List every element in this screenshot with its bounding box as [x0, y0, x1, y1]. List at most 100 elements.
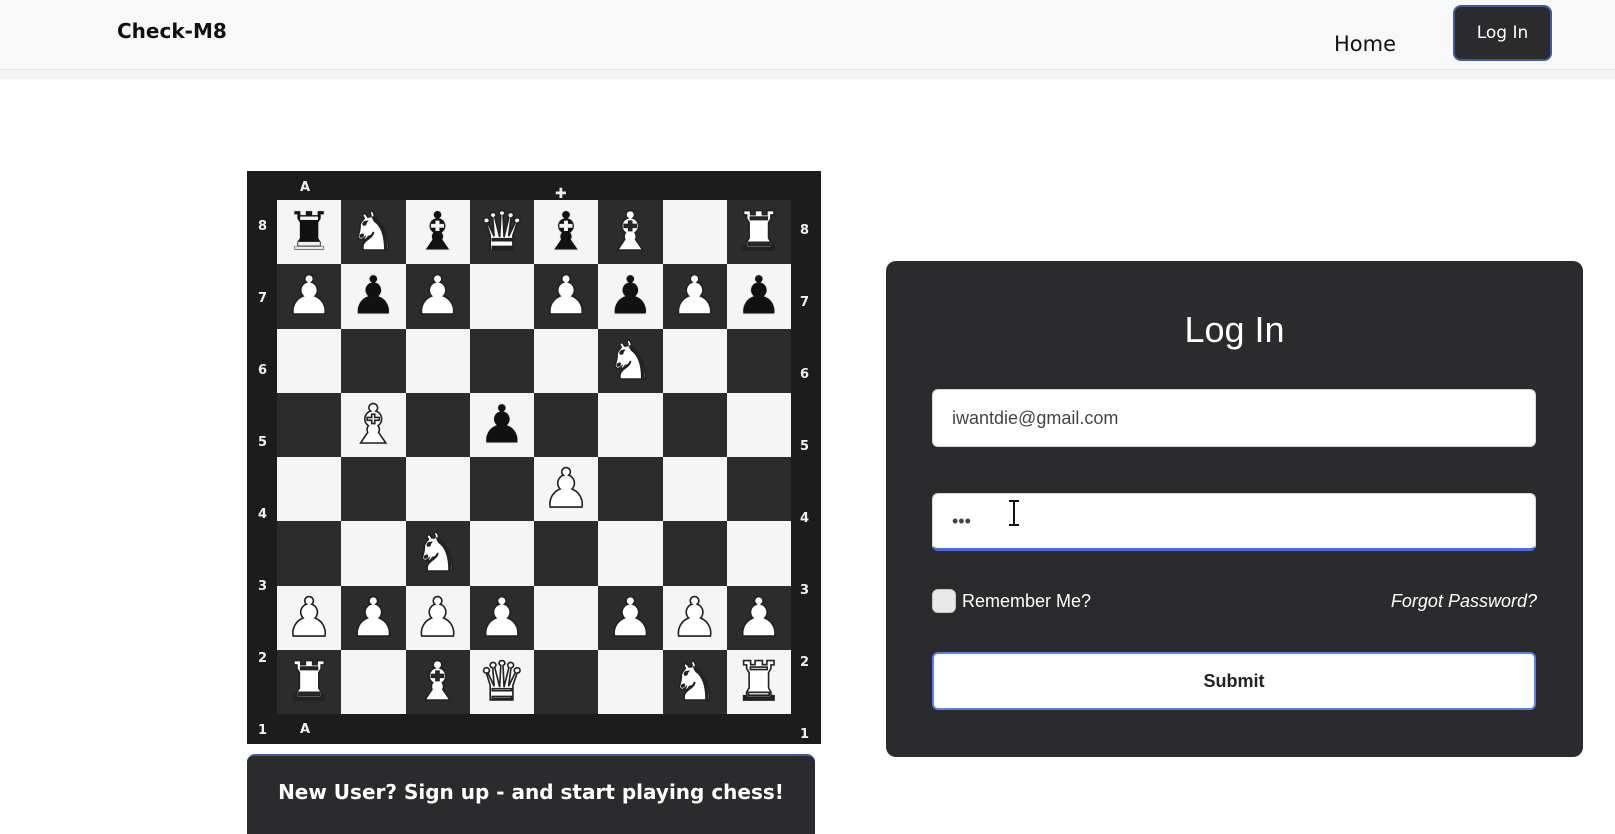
- chess-piece-icon[interactable]: ♝: [541, 204, 590, 259]
- chess-piece-icon[interactable]: ♝: [605, 204, 655, 260]
- chess-board[interactable]: ♜ ♞ ♝ ♛ ♝ ♝ ♜ ♟ ♟ ♟ ♟ ♟ ♟ ♟ ♞ ♝ ♟ ♟ ♞ ♟ ♟ ♟ ♟ ♟ ♟ ♟ ♜ ♝ ♛ ♞ ♜: [277, 200, 791, 714]
- board-square[interactable]: [405, 457, 470, 522]
- board-square[interactable]: ♜: [277, 649, 342, 714]
- chess-piece-icon[interactable]: ♝: [413, 654, 463, 710]
- remember-me-toggle[interactable]: Remember Me?: [932, 589, 1091, 613]
- board-square[interactable]: ♟: [662, 585, 727, 650]
- chess-piece-icon[interactable]: ♟: [348, 589, 398, 645]
- board-square[interactable]: ♟: [598, 264, 663, 329]
- chess-piece-icon[interactable]: ♝: [348, 397, 398, 453]
- chess-piece-icon[interactable]: ♜: [734, 654, 784, 710]
- board-square[interactable]: ♟: [405, 585, 470, 650]
- chess-piece-icon[interactable]: ♟: [349, 268, 398, 323]
- board-square[interactable]: [277, 328, 342, 393]
- chess-piece-icon[interactable]: ♛: [477, 654, 527, 710]
- chess-piece-icon[interactable]: ♝: [413, 204, 462, 259]
- board-square[interactable]: ♝: [598, 200, 663, 265]
- chess-piece-icon[interactable]: ♟: [541, 268, 591, 324]
- board-square[interactable]: [277, 392, 342, 457]
- board-square[interactable]: ♜: [726, 200, 791, 265]
- chess-piece-icon[interactable]: ♟: [477, 589, 527, 645]
- chess-piece-icon[interactable]: ♞: [670, 654, 720, 710]
- chess-piece-icon[interactable]: ♟: [734, 589, 784, 645]
- board-square[interactable]: [662, 521, 727, 586]
- board-square[interactable]: ♝: [534, 200, 599, 265]
- chess-piece-icon[interactable]: ♞: [348, 204, 398, 260]
- board-square[interactable]: [469, 328, 534, 393]
- chess-piece-icon[interactable]: ♞: [413, 525, 463, 581]
- chess-piece-icon[interactable]: ♟: [284, 589, 334, 645]
- brand-logo-text[interactable]: Check-M8: [117, 19, 227, 43]
- board-square[interactable]: ♞: [341, 200, 406, 265]
- board-square[interactable]: [726, 392, 791, 457]
- board-square[interactable]: ♜: [277, 200, 342, 265]
- board-square[interactable]: [726, 457, 791, 522]
- board-square[interactable]: [469, 457, 534, 522]
- board-square[interactable]: ♝: [405, 649, 470, 714]
- chess-piece-icon[interactable]: ♟: [541, 461, 591, 517]
- board-square[interactable]: [277, 521, 342, 586]
- board-square[interactable]: [598, 392, 663, 457]
- board-square[interactable]: [341, 649, 406, 714]
- board-square[interactable]: [726, 521, 791, 586]
- board-square[interactable]: ♟: [469, 585, 534, 650]
- chess-piece-icon[interactable]: ♛: [477, 204, 527, 260]
- board-square[interactable]: [598, 649, 663, 714]
- chess-piece-icon[interactable]: ♟: [606, 268, 655, 323]
- board-square[interactable]: [662, 457, 727, 522]
- board-square[interactable]: [662, 392, 727, 457]
- board-square[interactable]: ♟: [469, 392, 534, 457]
- password-field[interactable]: [932, 493, 1536, 551]
- remember-me-checkbox[interactable]: [932, 589, 956, 613]
- board-square[interactable]: [277, 457, 342, 522]
- board-square[interactable]: ♟: [341, 264, 406, 329]
- board-square[interactable]: ♟: [405, 264, 470, 329]
- board-square[interactable]: ♝: [405, 200, 470, 265]
- chess-piece-icon[interactable]: ♜: [284, 654, 334, 710]
- board-square[interactable]: ♟: [534, 264, 599, 329]
- board-square[interactable]: [598, 457, 663, 522]
- board-square[interactable]: ♛: [469, 649, 534, 714]
- board-square[interactable]: ♞: [662, 649, 727, 714]
- board-square[interactable]: ♟: [662, 264, 727, 329]
- chess-piece-icon[interactable]: ♟: [413, 268, 463, 324]
- board-square[interactable]: ♟: [726, 585, 791, 650]
- board-square[interactable]: [534, 392, 599, 457]
- board-square[interactable]: [534, 328, 599, 393]
- chess-piece-icon[interactable]: ♜: [734, 204, 784, 260]
- board-square[interactable]: [662, 328, 727, 393]
- board-square[interactable]: ♜: [726, 649, 791, 714]
- forgot-password-link[interactable]: Forgot Password?: [1391, 591, 1537, 612]
- board-square[interactable]: ♞: [405, 521, 470, 586]
- board-square[interactable]: [469, 521, 534, 586]
- board-square[interactable]: ♟: [598, 585, 663, 650]
- board-square[interactable]: [341, 457, 406, 522]
- board-square[interactable]: [405, 392, 470, 457]
- board-square[interactable]: [534, 585, 599, 650]
- signup-banner-button[interactable]: New User? Sign up - and start playing ch…: [247, 754, 815, 834]
- board-square[interactable]: ♟: [534, 457, 599, 522]
- board-square[interactable]: ♛: [469, 200, 534, 265]
- board-square[interactable]: [469, 264, 534, 329]
- chess-piece-icon[interactable]: ♜: [284, 204, 333, 259]
- nav-login-button[interactable]: Log In: [1453, 5, 1552, 61]
- board-square[interactable]: [662, 200, 727, 265]
- board-square[interactable]: ♝: [341, 392, 406, 457]
- board-square[interactable]: ♟: [277, 585, 342, 650]
- chess-piece-icon[interactable]: ♞: [605, 332, 655, 388]
- email-field[interactable]: [932, 389, 1536, 447]
- chess-piece-icon[interactable]: ♟: [670, 268, 720, 324]
- board-square[interactable]: [341, 521, 406, 586]
- board-square[interactable]: [405, 328, 470, 393]
- chess-piece-icon[interactable]: ♟: [284, 268, 334, 324]
- board-square[interactable]: ♞: [598, 328, 663, 393]
- board-square[interactable]: ♟: [277, 264, 342, 329]
- board-square[interactable]: [341, 328, 406, 393]
- chess-piece-icon[interactable]: ♟: [605, 589, 655, 645]
- submit-button[interactable]: Submit: [932, 652, 1536, 710]
- board-square[interactable]: [598, 521, 663, 586]
- chess-piece-icon[interactable]: ♟: [670, 589, 720, 645]
- chess-piece-icon[interactable]: ♟: [413, 589, 463, 645]
- chess-piece-icon[interactable]: ♟: [477, 397, 526, 452]
- board-square[interactable]: ♟: [726, 264, 791, 329]
